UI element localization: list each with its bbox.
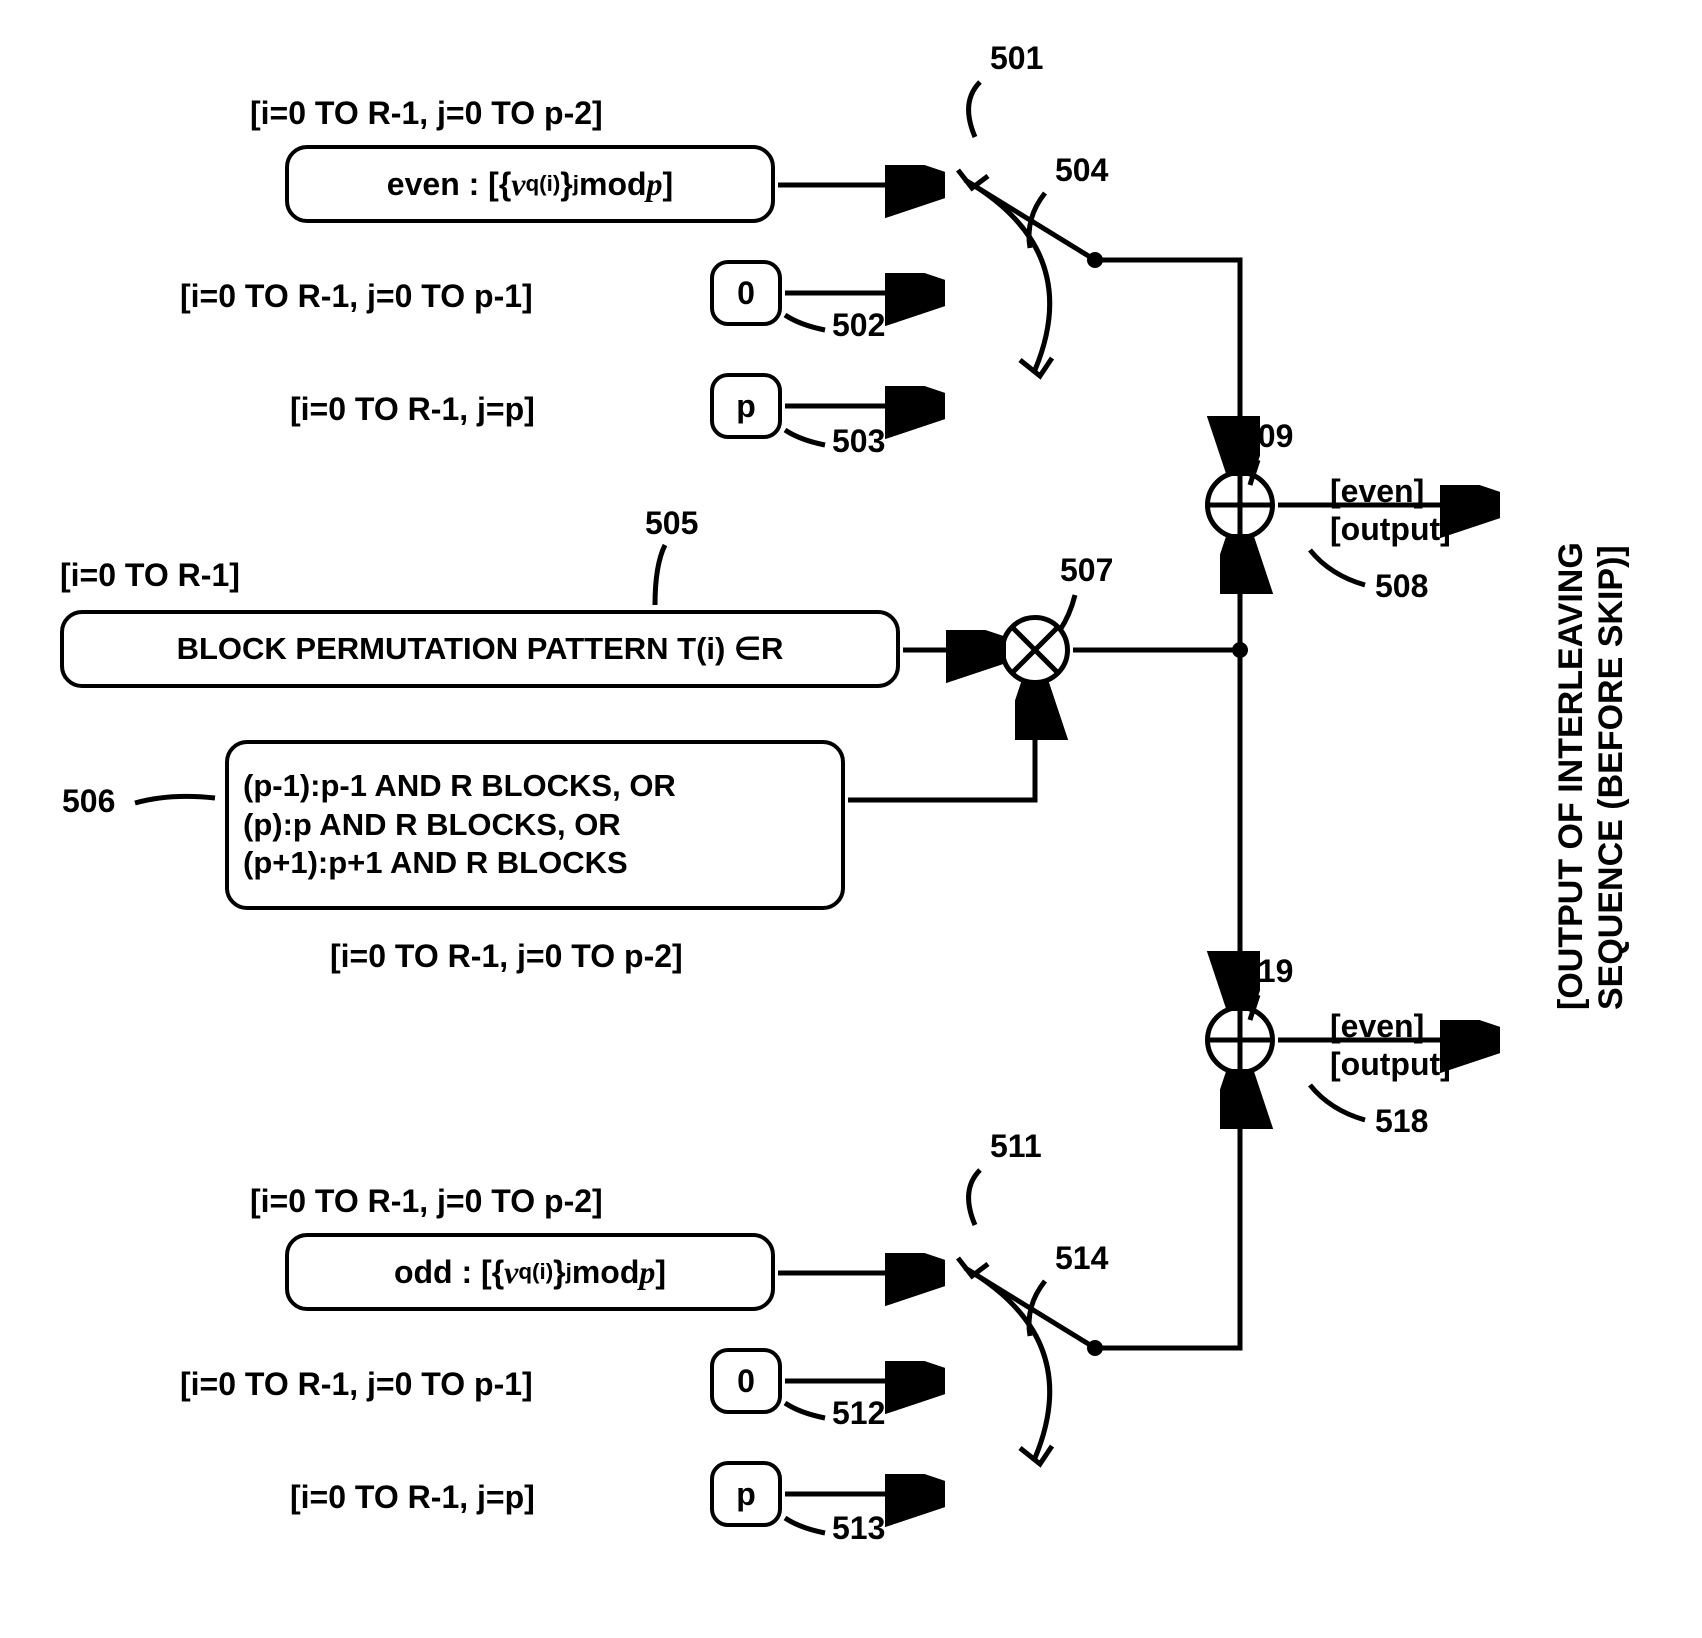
b501-mid: } (560, 166, 572, 203)
output-output: [output] (1330, 510, 1451, 548)
range-505: [i=0 TO R-1] (60, 557, 240, 594)
ref-511: 511 (990, 1128, 1042, 1165)
b501-exp: q(i) (525, 171, 560, 197)
range-503: [i=0 TO R-1, j=p] (290, 391, 535, 428)
output-even-2: [even] (1330, 1007, 1451, 1045)
adder-509 (1205, 470, 1275, 540)
b501-suffix: mod (579, 166, 647, 203)
b511-suffix: mod (572, 1254, 640, 1291)
box-511: odd : [{ ν q(i) } j mod p ] (285, 1233, 775, 1311)
b501-nu: ν (511, 166, 525, 203)
range-513: [i=0 TO R-1, j=p] (290, 1479, 535, 1516)
box-503: p (710, 373, 782, 439)
ref-513: 513 (832, 1510, 885, 1547)
b501-end: ] (663, 166, 674, 203)
output-even: [even] (1330, 472, 1451, 510)
b511-nu: ν (504, 1254, 518, 1291)
b511-end: ] (655, 1254, 666, 1291)
b501-prefix: even : [{ (387, 166, 511, 203)
box-513: p (710, 1461, 782, 1527)
ref-512: 512 (832, 1395, 885, 1432)
ref-507: 507 (1060, 552, 1113, 589)
ref-502: 502 (832, 307, 885, 344)
b506-l2: (p):p AND R BLOCKS, OR (243, 806, 676, 845)
b511-exp: q(i) (518, 1259, 553, 1285)
ref-504: 504 (1055, 152, 1108, 189)
ref-501: 501 (990, 40, 1043, 77)
range-502: [i=0 TO R-1, j=0 TO p-1] (180, 278, 533, 315)
adder-519 (1205, 1005, 1275, 1075)
ref-503: 503 (832, 423, 885, 460)
ref-519: 519 (1240, 953, 1293, 990)
box-502: 0 (710, 260, 782, 326)
b511-mid: } (553, 1254, 565, 1291)
output-519-label: [even] [output] (1330, 1007, 1451, 1084)
b501-p: p (647, 166, 663, 203)
box-512: 0 (710, 1348, 782, 1414)
box-506: (p-1):p-1 AND R BLOCKS, OR (p):p AND R B… (225, 740, 845, 910)
range-501: [i=0 TO R-1, j=0 TO p-2] (250, 95, 603, 132)
box-501: even : [{ ν q(i) } j mod p ] (285, 145, 775, 223)
ref-514: 514 (1055, 1240, 1108, 1277)
ref-509: 509 (1240, 418, 1293, 455)
ref-505: 505 (645, 505, 698, 542)
output-output-2: [output] (1330, 1045, 1451, 1083)
box-505: BLOCK PERMUTATION PATTERN T(i) ∈R (60, 610, 900, 688)
b511-p: p (639, 1254, 655, 1291)
b506-l1: (p-1):p-1 AND R BLOCKS, OR (243, 767, 676, 806)
range-506: [i=0 TO R-1, j=0 TO p-2] (330, 938, 683, 975)
side-label-line1: [OUTPUT OF INTERLEAVING (1552, 542, 1591, 1010)
b511-prefix: odd : [{ (394, 1254, 504, 1291)
ref-518: 518 (1375, 1103, 1428, 1140)
range-511: [i=0 TO R-1, j=0 TO p-2] (250, 1183, 603, 1220)
side-label-line2: SEQUENCE (BEFORE SKIP)] (1592, 545, 1631, 1010)
ref-506: 506 (62, 783, 115, 820)
multiply-507 (1000, 615, 1070, 685)
ref-508: 508 (1375, 568, 1428, 605)
b506-l3: (p+1):p+1 AND R BLOCKS (243, 844, 676, 883)
output-509-label: [even] [output] (1330, 472, 1451, 549)
range-512: [i=0 TO R-1, j=0 TO p-1] (180, 1366, 533, 1403)
